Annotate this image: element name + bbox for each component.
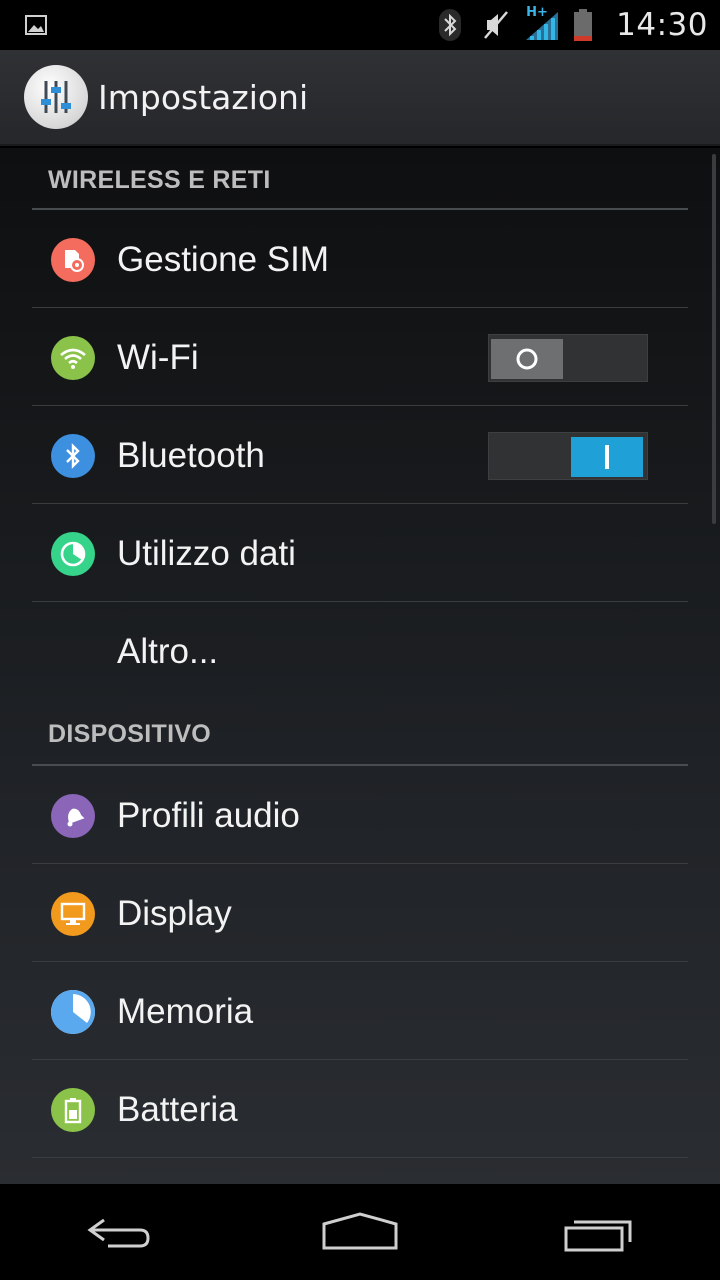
storage-icon xyxy=(51,989,95,1034)
settings-list[interactable]: WIRELESS E RETI Gestione SIM Wi-Fi Bluet… xyxy=(0,148,720,1184)
section-header-label: DISPOSITIVO xyxy=(48,720,212,748)
signal-icon: H+ xyxy=(518,5,566,45)
settings-item-battery[interactable]: Batteria xyxy=(32,1062,688,1158)
toggle-knob-off xyxy=(491,339,563,379)
scrollbar[interactable] xyxy=(712,154,716,524)
bluetooth-icon xyxy=(51,433,95,478)
section-header-wireless: WIRELESS E RETI xyxy=(32,166,688,210)
recent-apps-button[interactable] xyxy=(550,1202,650,1262)
settings-item-audio-profiles[interactable]: Profili audio xyxy=(32,768,688,864)
settings-item-display[interactable]: Display xyxy=(32,866,688,962)
settings-item-label: Altro... xyxy=(117,632,219,671)
back-button[interactable] xyxy=(70,1202,170,1262)
settings-item-label: Profili audio xyxy=(117,795,300,835)
data-usage-icon xyxy=(51,531,95,576)
battery-icon xyxy=(566,5,600,45)
image-notification-icon xyxy=(24,13,48,37)
wifi-icon xyxy=(51,335,95,380)
settings-item-bluetooth[interactable]: Bluetooth xyxy=(32,408,688,504)
settings-item-data-usage[interactable]: Utilizzo dati xyxy=(32,506,688,602)
settings-item-storage[interactable]: Memoria xyxy=(32,964,688,1060)
status-bar: H+ 14:30 xyxy=(0,0,720,50)
settings-item-label: Utilizzo dati xyxy=(117,533,296,573)
clock: 14:30 xyxy=(616,7,708,43)
vibrate-icon xyxy=(474,5,518,45)
page-title: Impostazioni xyxy=(98,77,309,117)
settings-item-label: Display xyxy=(117,893,232,933)
navigation-bar xyxy=(0,1184,720,1280)
settings-item-more[interactable]: Altro... xyxy=(32,604,688,700)
bluetooth-toggle[interactable] xyxy=(488,432,648,480)
bluetooth-status-icon xyxy=(426,5,474,45)
settings-item-label: Batteria xyxy=(117,1089,238,1129)
action-bar: Impostazioni xyxy=(0,50,720,146)
network-type-label: H+ xyxy=(526,5,548,20)
toggle-knob-on xyxy=(571,437,643,477)
sim-management-icon xyxy=(51,237,95,282)
home-button[interactable] xyxy=(310,1202,410,1262)
section-header-label: WIRELESS E RETI xyxy=(48,166,271,194)
settings-item-label: Wi-Fi xyxy=(117,337,199,377)
settings-sliders-icon[interactable] xyxy=(24,65,88,129)
settings-item-label: Memoria xyxy=(117,991,254,1031)
settings-item-label: Bluetooth xyxy=(117,435,265,475)
settings-item-sim[interactable]: Gestione SIM xyxy=(32,212,688,308)
battery-settings-icon xyxy=(51,1087,95,1132)
settings-item-wifi[interactable]: Wi-Fi xyxy=(32,310,688,406)
wifi-toggle[interactable] xyxy=(488,334,648,382)
section-header-device: DISPOSITIVO xyxy=(32,720,688,766)
settings-item-label: Gestione SIM xyxy=(117,239,330,279)
display-icon xyxy=(51,891,95,936)
audio-profiles-icon xyxy=(51,793,95,838)
